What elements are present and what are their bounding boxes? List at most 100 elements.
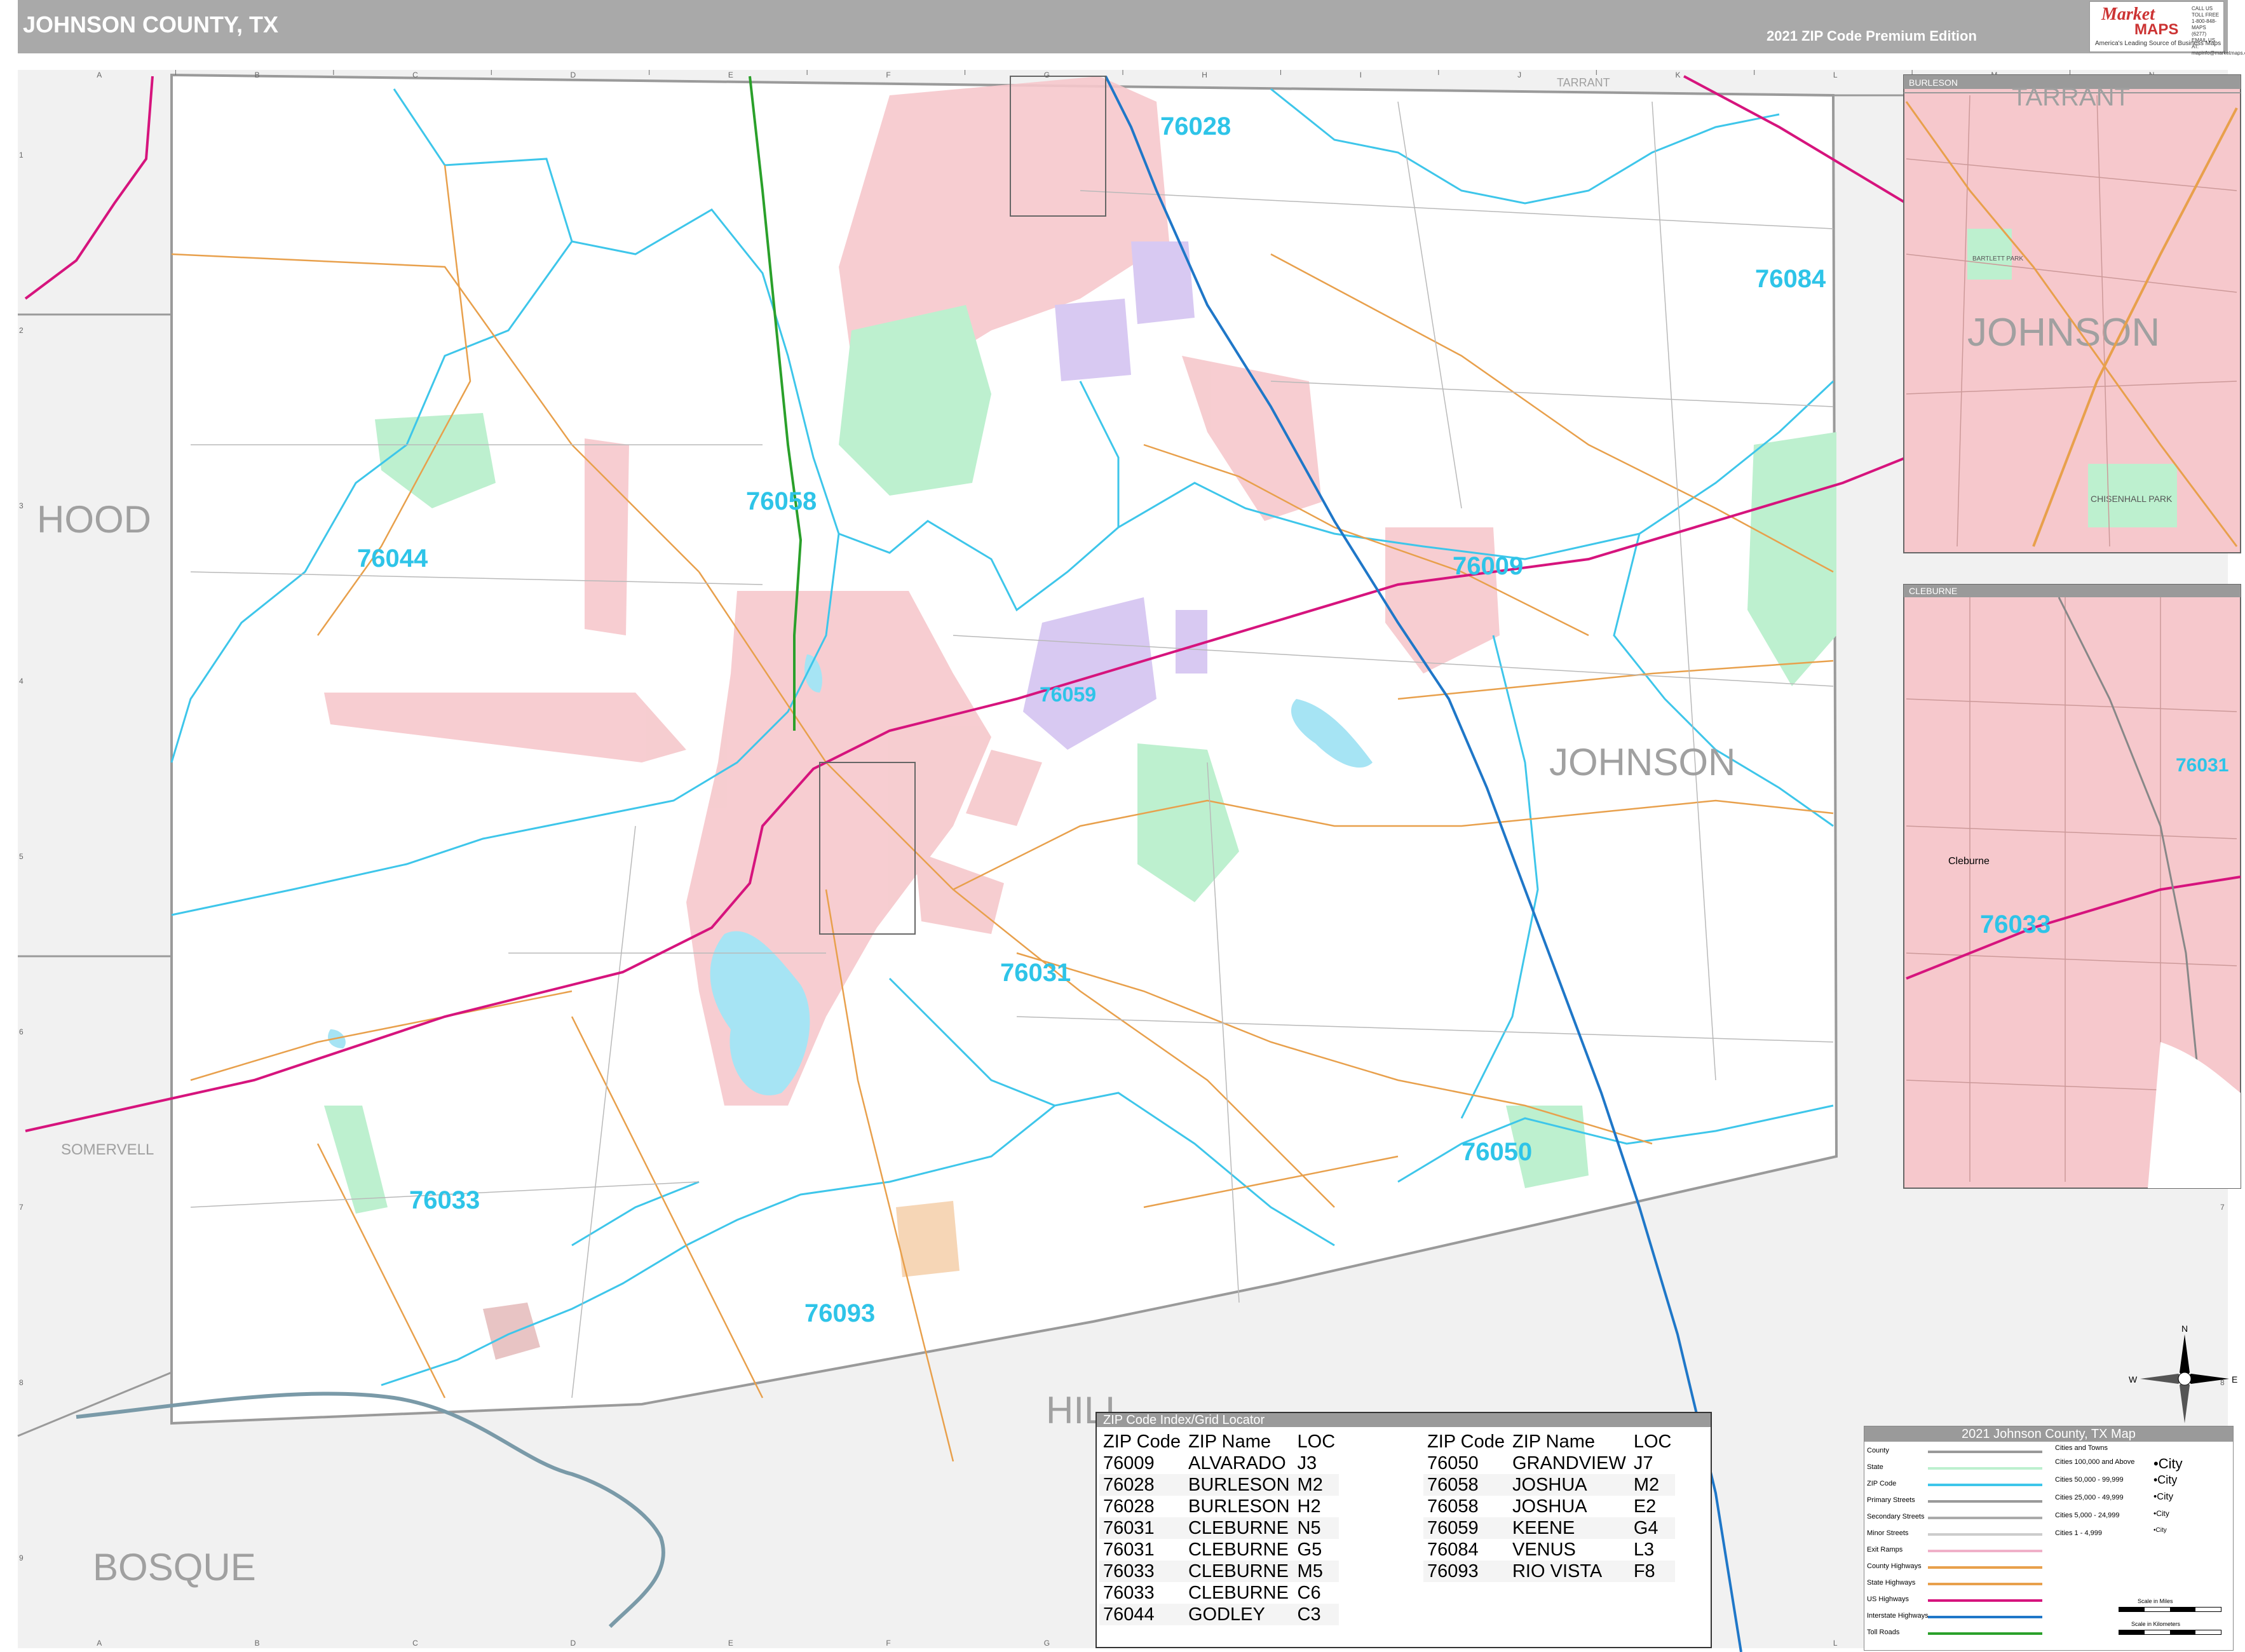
zip-index-row: 76028 BURLESON M2 [1099, 1474, 1340, 1496]
zip-index-cell: CLEBURNE [1184, 1539, 1294, 1561]
legend-swatch [1928, 1550, 2042, 1552]
grid-column-label: D [571, 71, 576, 79]
legend-item: Toll Roads [1867, 1628, 1900, 1636]
zip-index-row: 76050 GRANDVIEW J7 [1423, 1452, 1676, 1474]
legend-swatch [1928, 1467, 2042, 1470]
zip-index-row: 76031 CLEBURNE N5 [1099, 1517, 1340, 1539]
grid-row-label: 7 [19, 1203, 24, 1212]
grid-row-label: 7 [2220, 1203, 2225, 1212]
zip-index-row: 76084 VENUS L3 [1423, 1539, 1676, 1561]
zip-index-cell: J7 [1629, 1452, 1676, 1474]
scale-bar-km [2119, 1630, 2221, 1635]
legend-city-class: Cities 5,000 - 24,999 [2055, 1512, 2120, 1519]
grid-column-label: G [1044, 71, 1050, 79]
zip-label: 76033 [409, 1186, 480, 1214]
map-canvas[interactable]: AABBCCDDEEFFGGHHIIJJKKLLMMNN112233445566… [0, 0, 2245, 1652]
grid-column-label: B [255, 71, 260, 79]
legend-title: 2021 Johnson County, TX Map [1864, 1426, 2233, 1442]
zip-index-cell: G5 [1293, 1539, 1340, 1561]
zip-index-cell: 76009 [1099, 1452, 1184, 1474]
inset-county-tarrant: TARRANT [2012, 83, 2130, 111]
zip-index-cell: 76031 [1099, 1539, 1184, 1561]
zip-index-cell: H2 [1293, 1496, 1340, 1517]
legend-item: State Highways [1867, 1579, 1916, 1587]
grid-column-label: C [412, 1639, 418, 1648]
zip-index-right-column: ZIP Code ZIP Name LOC 76050 GRANDVIEW J7 76… [1423, 1431, 1676, 1582]
inset-city-cleburne: Cleburne [1948, 856, 1990, 867]
grid-row-label: 2 [19, 326, 24, 335]
burleson-inset[interactable]: BURLESON TARRANT JOHNSON BARTLETT PARK C… [1903, 74, 2241, 553]
legend-city-sample: •City [2153, 1456, 2183, 1472]
zip-label: 76009 [1453, 552, 1523, 580]
zip-index-cell: CLEBURNE [1184, 1517, 1294, 1539]
grid-column-label: C [412, 71, 418, 79]
zip-index-cell: ALVARADO [1184, 1452, 1294, 1474]
zip-index-row: 76044 GODLEY C3 [1099, 1604, 1340, 1625]
grid-column-label: A [97, 1639, 102, 1648]
zip-index-cell: N5 [1293, 1517, 1340, 1539]
zip-index-cell: 76033 [1099, 1582, 1184, 1604]
zip-index-row: 76033 CLEBURNE M5 [1099, 1561, 1340, 1582]
grid-column-label: F [886, 71, 890, 79]
zip-index-cell: 76028 [1099, 1474, 1184, 1496]
legend-item: Minor Streets [1867, 1529, 1909, 1537]
zip-index-header: ZIP Code [1099, 1431, 1184, 1452]
legend-city-class: Cities 1 - 4,999 [2055, 1529, 2102, 1537]
zip-index-header: LOC [1629, 1431, 1676, 1452]
zip-index-row: 76033 CLEBURNE C6 [1099, 1582, 1340, 1604]
grid-row-label: 5 [19, 852, 24, 861]
legend-item: Primary Streets [1867, 1496, 1915, 1504]
legend-scale-miles: Scale in Miles [2138, 1598, 2173, 1604]
zip-index-cell: M2 [1629, 1474, 1676, 1496]
legend-city-sample: •City [2153, 1491, 2174, 1502]
zip-index-cell: 76093 [1423, 1561, 1509, 1582]
zip-index-cell: JOSHUA [1508, 1474, 1630, 1496]
zip-label: 76059 [1040, 683, 1096, 706]
zip-index-cell: 76058 [1423, 1474, 1509, 1496]
legend-swatch [1928, 1533, 2042, 1536]
cleburne-inset[interactable]: CLEBURNE Cleburne 76031 76033 [1903, 584, 2241, 1189]
zip-index-cell: KEENE [1508, 1517, 1630, 1539]
grid-column-label: G [1044, 1639, 1050, 1648]
legend-item: Interstate Highways [1867, 1612, 1929, 1620]
legend-city-sample: •City [2153, 1473, 2178, 1486]
legend-swatch [1928, 1500, 2042, 1503]
legend-swatch [1928, 1566, 2042, 1569]
zip-label: 76028 [1160, 112, 1231, 140]
zip-index-cell: 76058 [1423, 1496, 1509, 1517]
legend-item: Secondary Streets [1867, 1513, 1925, 1520]
county-label-bosque: BOSQUE [93, 1546, 256, 1588]
zip-index-cell: E2 [1629, 1496, 1676, 1517]
zip-index-row: 76093 RIO VISTA F8 [1423, 1561, 1676, 1582]
grid-column-label: J [1517, 71, 1521, 79]
zip-index-cell: JOSHUA [1508, 1496, 1630, 1517]
inset-zip-label: 76031 [2176, 755, 2228, 776]
cleburne-inset-title: CLEBURNE [1909, 586, 1957, 596]
zip-index-cell: 76050 [1423, 1452, 1509, 1474]
grid-row-label: 3 [19, 501, 24, 510]
grid-row-label: 9 [19, 1554, 24, 1562]
legend-swatch [1928, 1632, 2042, 1635]
grid-row-label: 1 [19, 151, 24, 159]
zip-index-cell: VENUS [1508, 1539, 1630, 1561]
grid-column-label: E [728, 71, 733, 79]
grid-column-label: A [97, 71, 102, 79]
zip-index-cell: C6 [1293, 1582, 1340, 1604]
grid-row-label: 6 [19, 1027, 24, 1036]
zip-index-cell: 76044 [1099, 1604, 1184, 1625]
legend-item: County Highways [1867, 1562, 1922, 1570]
park-label-chisenhall: CHISENHALL PARK [2091, 494, 2173, 504]
zip-label: 76031 [1000, 959, 1071, 987]
zip-index-row: 76031 CLEBURNE G5 [1099, 1539, 1340, 1561]
grid-column-label: L [1833, 1639, 1838, 1648]
legend-item: ZIP Code [1867, 1480, 1897, 1487]
zip-index-left-column: ZIP Code ZIP Name LOC 76009 ALVARADO J3 760… [1099, 1431, 1340, 1625]
legend-swatch [1928, 1616, 2042, 1618]
legend-cities-title: Cities and Towns [2055, 1444, 2108, 1452]
zip-index-cell: C3 [1293, 1604, 1340, 1625]
zip-label: 76058 [746, 487, 817, 515]
legend-city-class: Cities 100,000 and Above [2055, 1458, 2135, 1466]
zip-index-cell: GRANDVIEW [1508, 1452, 1630, 1474]
zip-index-cell: CLEBURNE [1184, 1561, 1294, 1582]
legend-city-class: Cities 25,000 - 49,999 [2055, 1494, 2124, 1501]
